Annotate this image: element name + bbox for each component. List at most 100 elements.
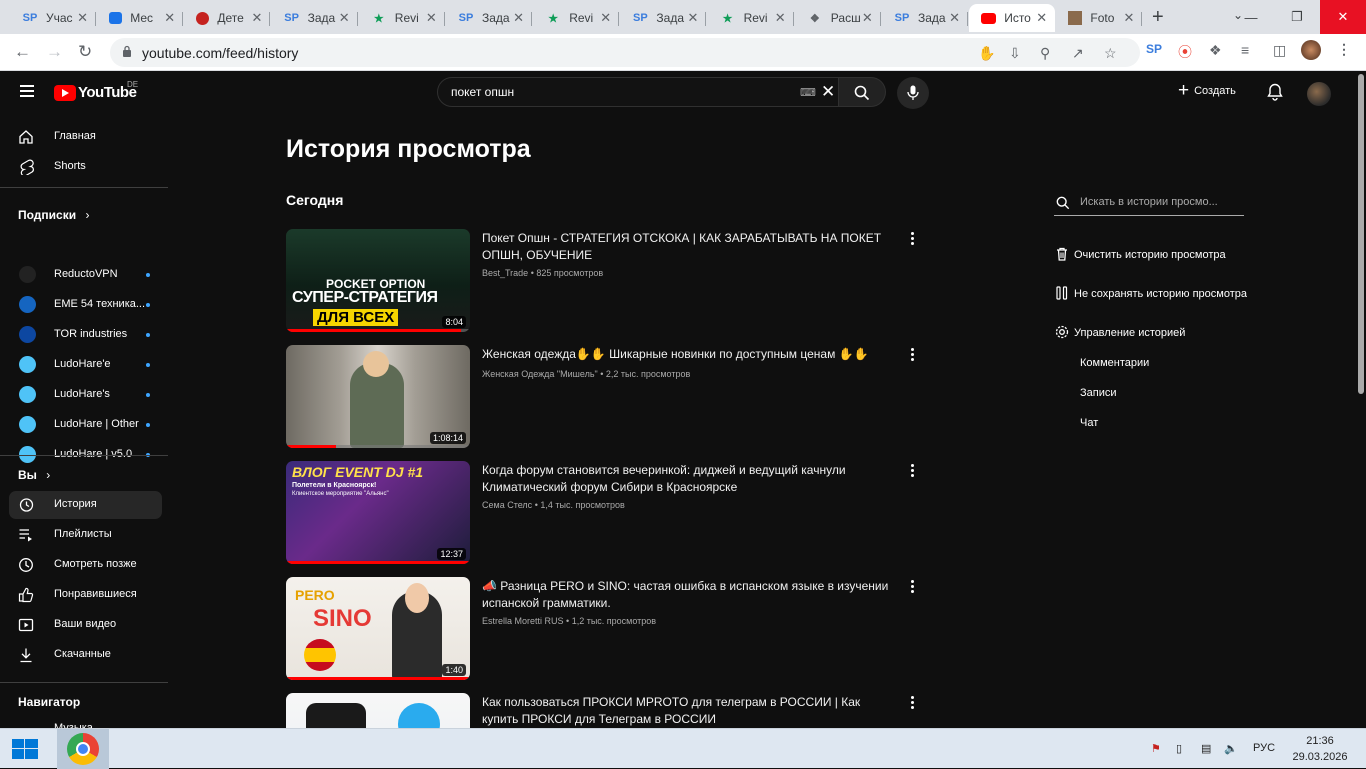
video-more-options-icon[interactable]	[906, 348, 918, 363]
tab-close-icon[interactable]: ✕	[77, 10, 88, 26]
voice-search-button[interactable]	[897, 77, 929, 109]
sidebar-item-home[interactable]: Главная	[9, 123, 162, 151]
tab-close-icon[interactable]: ✕	[426, 10, 437, 26]
window-close-icon[interactable]: ✕	[1320, 0, 1366, 34]
tray-volume-icon[interactable]: 🔈	[1224, 742, 1238, 755]
tab-close-icon[interactable]: ✕	[513, 10, 524, 26]
browser-tab[interactable]: SP Зада ✕	[620, 4, 707, 32]
browser-tab[interactable]: Исто ✕	[969, 4, 1056, 32]
tab-close-icon[interactable]: ✕	[775, 10, 786, 26]
tray-clock[interactable]: 21:36 29.03.2026	[1290, 733, 1350, 765]
sidebar-item-playlists[interactable]: Плейлисты	[9, 521, 162, 549]
video-thumbnail[interactable]: PERO SINO 1:40	[286, 577, 470, 680]
browser-tab[interactable]: SP Зада ✕	[882, 4, 968, 32]
video-more-options-icon[interactable]	[906, 464, 918, 479]
taskbar-chrome-button[interactable]	[57, 729, 109, 769]
scrollbar-thumb[interactable]	[1358, 74, 1364, 394]
sidebar-subscription[interactable]: TOR industries	[9, 321, 162, 349]
browser-tab[interactable]: Мес ✕	[97, 4, 184, 32]
you-heading[interactable]: Вы ›	[18, 468, 50, 482]
video-more-options-icon[interactable]	[906, 232, 918, 247]
sidebar-subscription[interactable]: LudoHare's	[9, 381, 162, 409]
media-controls-icon[interactable]: ≡	[1241, 42, 1249, 58]
back-icon[interactable]: ←	[14, 42, 31, 62]
extensions-puzzle-icon[interactable]: ❖	[1209, 42, 1222, 59]
sidebar-item-your-videos[interactable]: Ваши видео	[9, 611, 162, 639]
tab-close-icon[interactable]: ✕	[251, 10, 262, 26]
video-title[interactable]: Когда форум становится вечеринкой: дидже…	[482, 462, 896, 495]
video-thumbnail[interactable]: POCKET OPTION СУПЕР-СТРАТЕГИЯ ДЛЯ ВСЕХ 8:04	[286, 229, 470, 332]
video-more-options-icon[interactable]	[906, 696, 918, 711]
chat-link[interactable]: Чат	[1080, 417, 1098, 429]
restore-icon[interactable]: ❐	[1274, 0, 1320, 34]
browser-tab[interactable]: SP Учас ✕	[10, 4, 96, 32]
tray-devices-icon[interactable]: ▯	[1176, 742, 1182, 755]
blocked-sound-icon[interactable]: ✋	[978, 45, 995, 62]
video-thumbnail[interactable]	[286, 693, 470, 728]
page-scrollbar[interactable]	[1356, 71, 1366, 728]
tray-network-icon[interactable]: ▤	[1201, 742, 1211, 755]
sidebar-item-watch-later[interactable]: Смотреть позже	[9, 551, 162, 579]
bookmark-star-icon[interactable]: ☆	[1104, 45, 1117, 62]
chrome-menu-icon[interactable]: ⋮	[1337, 41, 1351, 58]
sidebar-subscription[interactable]: LudoHare | Other	[9, 411, 162, 439]
minimize-icon[interactable]: —	[1228, 0, 1274, 34]
share-icon[interactable]: ↗	[1072, 45, 1084, 62]
video-title[interactable]: Как пользоваться ПРОКСИ MPROTO для телег…	[482, 694, 896, 727]
video-title[interactable]: Покет Опшн - СТРАТЕГИЯ ОТСКОКА | КАК ЗАР…	[482, 230, 896, 263]
sidebar-item-like[interactable]: Понравившиеся	[9, 581, 162, 609]
history-video-item[interactable]: POCKET OPTION СУПЕР-СТРАТЕГИЯ ДЛЯ ВСЕХ 8:04…	[286, 229, 916, 333]
video-thumbnail[interactable]: ВЛОГ EVENT DJ #1 Полетели в Красноярск! Кл…	[286, 461, 470, 564]
forward-icon[interactable]: →	[46, 42, 63, 62]
tray-flag-icon[interactable]: ⚑	[1151, 742, 1161, 755]
history-video-item[interactable]: PERO SINO 1:40 📣 Разница PERO и SINO: часта…	[286, 577, 916, 681]
browser-tab[interactable]: Foto ✕	[1056, 4, 1143, 32]
video-more-options-icon[interactable]	[906, 580, 918, 595]
video-title[interactable]: Женская одежда✋✋ Шикарные новинки по дос…	[482, 346, 896, 363]
sidebar-subscription[interactable]: LudoHare'e	[9, 351, 162, 379]
channel-name[interactable]: Сема Стелс	[482, 500, 532, 510]
reload-icon[interactable]: ↻	[78, 42, 92, 62]
extension-color-icon[interactable]: ⦿	[1178, 42, 1192, 62]
side-panel-icon[interactable]: ◫	[1273, 42, 1286, 59]
history-video-item[interactable]: 1:08:14 Женская одежда✋✋ Шикарные новинки…	[286, 345, 916, 449]
posts-link[interactable]: Записи	[1080, 387, 1117, 399]
channel-name[interactable]: Best_Trade	[482, 268, 528, 278]
tab-close-icon[interactable]: ✕	[862, 10, 873, 26]
history-video-item[interactable]: ВЛОГ EVENT DJ #1 Полетели в Красноярск! Кл…	[286, 461, 916, 565]
sidebar-item-download[interactable]: Скачанные	[9, 641, 162, 669]
tab-close-icon[interactable]: ✕	[1123, 10, 1134, 26]
tray-language[interactable]: РУС	[1253, 742, 1275, 754]
windows-start-icon[interactable]	[12, 739, 38, 759]
install-app-icon[interactable]: ⇩	[1009, 45, 1021, 62]
history-video-item[interactable]: Как пользоваться ПРОКСИ MPROTO для телег…	[286, 693, 916, 728]
clear-search-icon[interactable]: ✕	[821, 82, 835, 102]
sidebar-subscription[interactable]: EME 54 техника...	[9, 291, 162, 319]
extension-sp-icon[interactable]: SP	[1146, 42, 1162, 56]
new-tab-icon[interactable]: +	[1152, 6, 1164, 29]
browser-tab[interactable]: ★ Revi ✕	[359, 4, 445, 32]
sidebar-item-shorts[interactable]: Shorts	[9, 153, 162, 181]
menu-icon[interactable]	[20, 85, 34, 97]
subscriptions-heading[interactable]: Подписки ›	[18, 208, 89, 222]
browser-tab[interactable]: ★ Revi ✕	[708, 4, 794, 32]
tab-close-icon[interactable]: ✕	[687, 10, 698, 26]
channel-name[interactable]: Estrella Moretti RUS	[482, 616, 564, 626]
search-button[interactable]	[839, 77, 886, 107]
browser-tab[interactable]: ❖ Расш ✕	[795, 4, 881, 32]
zoom-icon[interactable]: ⚲	[1040, 45, 1050, 62]
create-button[interactable]: + Создать	[1178, 81, 1236, 100]
sidebar-subscription[interactable]: ReductoVPN	[9, 261, 162, 289]
tab-close-icon[interactable]: ✕	[339, 10, 350, 26]
sidebar-item-history[interactable]: История	[9, 491, 162, 519]
comments-link[interactable]: Комментарии	[1080, 357, 1149, 369]
video-title[interactable]: 📣 Разница PERO и SINO: частая ошибка в и…	[482, 578, 896, 611]
tab-close-icon[interactable]: ✕	[164, 10, 175, 26]
tab-close-icon[interactable]: ✕	[600, 10, 611, 26]
browser-tab[interactable]: SP Зада ✕	[272, 4, 358, 32]
address-bar[interactable]: youtube.com/feed/history ✋ ⇩ ⚲ ↗ ☆	[110, 38, 1140, 67]
tab-close-icon[interactable]: ✕	[1036, 10, 1047, 26]
keyboard-icon[interactable]: ⌨	[800, 86, 816, 99]
history-search-input[interactable]: Искать в истории просмо...	[1054, 189, 1244, 216]
search-input[interactable]: покет опшн ⌨ ✕	[437, 77, 839, 107]
